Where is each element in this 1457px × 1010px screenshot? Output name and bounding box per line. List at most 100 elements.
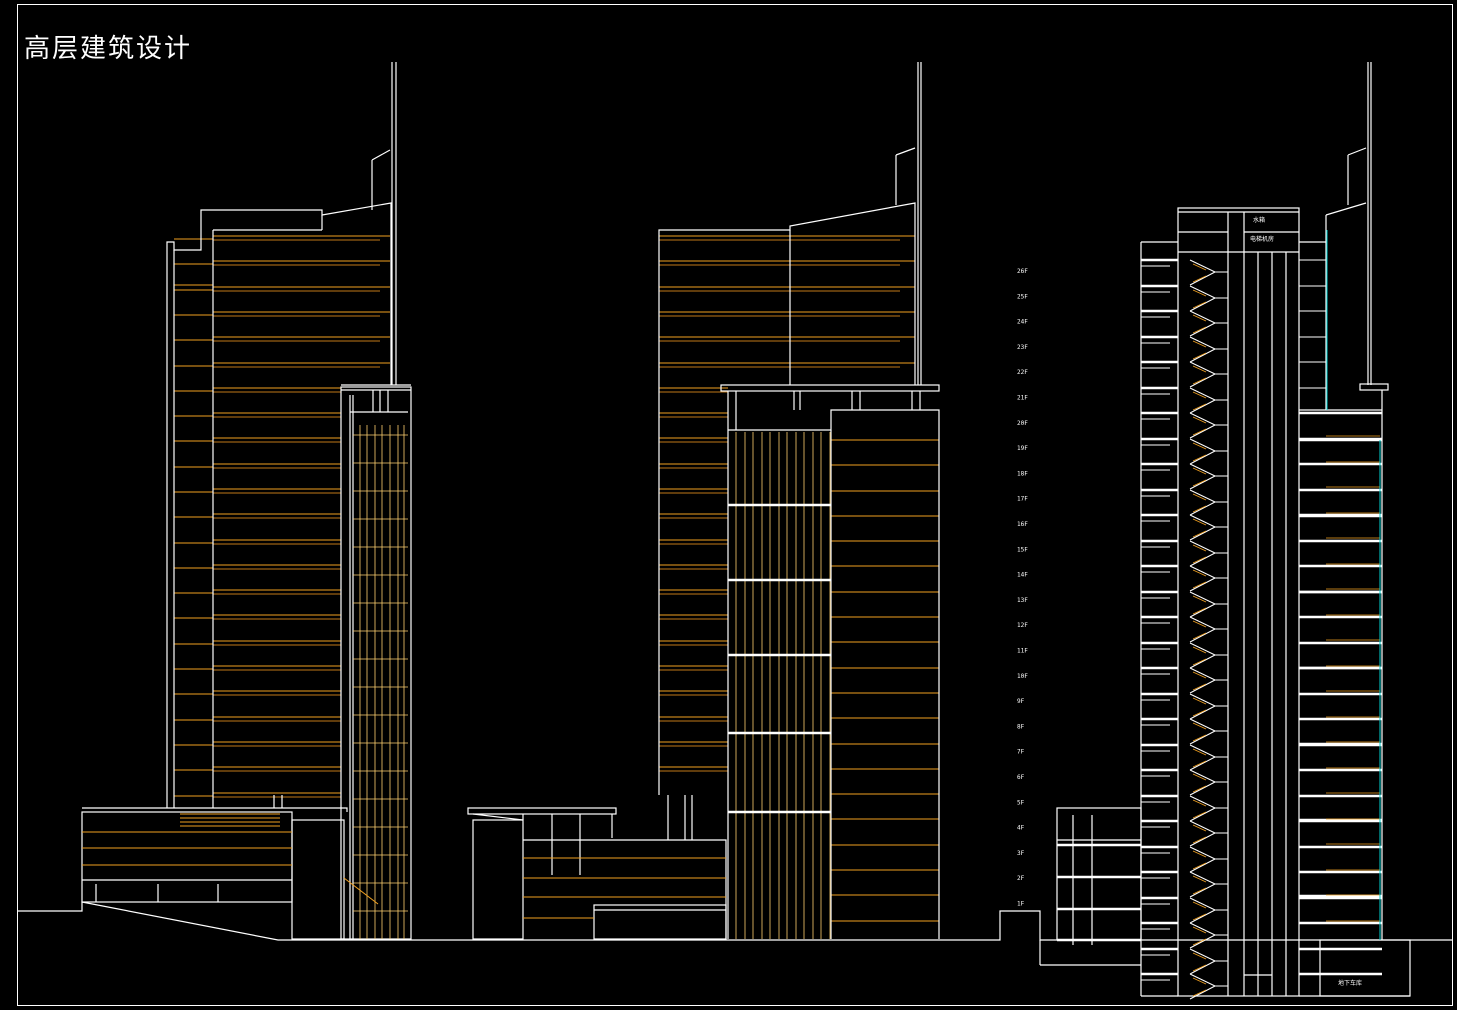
stair-flight [1189,373,1216,388]
stair-flight [1189,336,1216,350]
stair-flight [1189,679,1216,694]
floor-level-label: 9F [1017,698,1025,705]
floor-level-label: 24F [1017,319,1028,326]
section-thin-lines [1141,259,1326,987]
floor-level-label: 11F [1017,648,1028,655]
left-tower-floor-lines [174,235,390,798]
stair-flight [1189,705,1216,720]
floor-level-label: 14F [1017,572,1028,579]
stair-flight [1189,807,1216,822]
stair-flight [1189,361,1216,375]
stair-flight [1189,271,1216,286]
floor-level-label: 1F [1017,901,1025,908]
stair-flight [1189,565,1216,579]
floor-level-labels: 26F 25F 24F 23F 22F 21F 20F 19F 18F 17F 16F 15F 14F 1… [1017,268,1028,908]
stair-flight [1189,489,1216,503]
section-label-machine-room: 电梯机房 [1250,235,1274,243]
stair-flight [1189,871,1216,885]
floor-level-label: 3F [1017,850,1025,857]
stair-flight [1189,552,1216,567]
stair-flight [1189,718,1216,732]
stair-rail [1192,862,1207,870]
floor-level-label: 4F [1017,825,1025,832]
stair-flight [1189,846,1216,860]
stair-flight [1189,858,1216,873]
floor-level-label: 13F [1017,597,1028,604]
stair-flight [1189,285,1216,299]
stair-flight [1189,526,1216,541]
stair-rail [1192,301,1207,309]
stair-rail [1192,581,1207,589]
stair-flight [1189,577,1216,592]
stair-flight [1189,514,1216,528]
stair-flight [1189,424,1216,439]
stair-flight [1189,450,1216,465]
stair-flight [1189,934,1216,949]
floor-level-label: 17F [1017,496,1028,503]
stair-flight [1189,399,1216,414]
stair-flight [1189,820,1216,834]
stair-flight [1189,642,1216,656]
stair-rail [1192,785,1207,793]
stair-rail [1192,913,1207,921]
stair-flight [1189,387,1216,401]
floor-level-label: 8F [1017,723,1025,730]
stair-flight [1189,948,1216,962]
stair-rail [1192,326,1207,334]
floor-level-label: 26F [1017,268,1028,275]
stair-rail [1192,377,1207,385]
stair-flight [1189,540,1216,554]
stair-rail [1192,887,1207,895]
stair-rail [1192,811,1207,819]
stair-flight [1189,960,1216,975]
floor-level-label: 21F [1017,395,1028,402]
middle-tower-elevation [467,62,940,940]
section-glass-curtain [1326,230,1381,940]
stair-flight [1189,616,1216,630]
stair-rail [1192,989,1207,997]
stair-flight [1189,501,1216,516]
stair-rail [1192,709,1207,717]
stair-rail [1192,964,1207,972]
floor-level-label: 10F [1017,673,1028,680]
stair-flight [1189,973,1216,987]
stair-flight [1189,297,1216,312]
stair-flight [1189,654,1216,669]
middle-block-mullions [735,432,831,939]
left-tower-elevation [81,62,412,940]
floor-level-label: 5F [1017,799,1025,806]
middle-block-bands [728,503,831,814]
stair-flight [1189,438,1216,452]
middle-tower-floor-lines [659,235,939,922]
stair-flight [1189,883,1216,898]
stair-rail [1192,530,1207,538]
stair-flight [1189,781,1216,796]
stair-rail [1192,734,1207,742]
right-tower-section: 水箱 电梯机房 地下车库 [1039,62,1411,1000]
stair-flight [1189,310,1216,324]
floor-level-label: 18F [1017,470,1028,477]
floor-level-label: 22F [1017,369,1028,376]
floor-level-label: 23F [1017,344,1028,351]
floor-level-label: 6F [1017,774,1025,781]
stair-rail [1192,275,1207,283]
ground-line [17,901,1453,941]
floor-level-label: 15F [1017,546,1028,553]
stair-rail [1192,632,1207,640]
floor-level-label: 20F [1017,420,1028,427]
stair-flight [1189,412,1216,426]
stair-flight [1189,832,1216,847]
floor-level-label: 25F [1017,293,1028,300]
stair-flight [1189,922,1216,936]
section-floor-slabs [1057,258,1382,976]
section-label-basement: 地下车库 [1338,979,1362,987]
stair-flight [1189,769,1216,783]
stair-rail [1192,607,1207,615]
stair-rail [1192,403,1207,411]
stair-rail [1192,556,1207,564]
floor-level-label: 7F [1017,749,1025,756]
stair-rail [1192,505,1207,513]
floor-level-label: 19F [1017,445,1028,452]
stair-rail [1192,683,1207,691]
stair-rail [1192,658,1207,666]
